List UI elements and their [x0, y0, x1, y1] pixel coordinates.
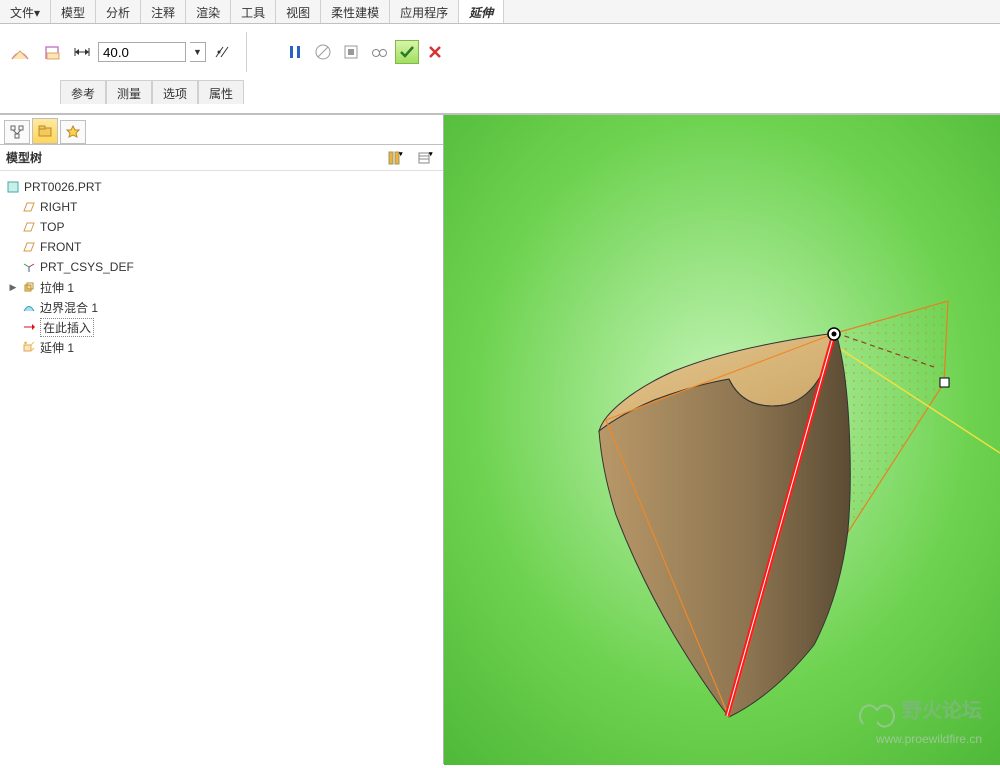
attached-preview-icon[interactable]: [339, 40, 363, 64]
value-dropdown-icon[interactable]: ▼: [190, 42, 206, 62]
extend-mode1-icon[interactable]: [6, 38, 34, 66]
tree-title: 模型树: [6, 149, 42, 166]
ribbon-controls: ▼: [0, 24, 1000, 80]
tree-tab-folder-icon[interactable]: [32, 118, 58, 144]
model-tree-panel: 模型树 ▾ ▾ PRT0026.PRT RIGHT TOP FRONT: [0, 115, 444, 764]
viewport-scene: [444, 115, 1000, 765]
tree-display-icon[interactable]: ▾: [413, 146, 437, 170]
csys-icon: [22, 260, 36, 274]
menu-tools[interactable]: 工具: [231, 0, 276, 23]
boundary-blend-icon: [22, 300, 36, 314]
insert-arrow-icon: [22, 320, 36, 334]
datum-plane-icon: [22, 240, 36, 254]
front-label: FRONT: [40, 240, 81, 254]
tree-root[interactable]: PRT0026.PRT: [4, 177, 439, 197]
extrude-icon: [22, 280, 36, 294]
no-preview-icon[interactable]: [311, 40, 335, 64]
tree-node-extend[interactable]: ✶ 延伸 1: [4, 337, 439, 357]
insert-label: 在此插入: [40, 318, 94, 337]
subtab-properties[interactable]: 属性: [198, 80, 244, 104]
menu-model[interactable]: 模型: [51, 0, 96, 23]
svg-text:▾: ▾: [398, 151, 403, 158]
3d-viewport[interactable]: 野火论坛 www.proewildfire.cn: [444, 115, 1000, 764]
menu-annotate[interactable]: 注释: [141, 0, 186, 23]
extend-mode2-icon[interactable]: [38, 38, 66, 66]
extend-feature-icon: ✶: [22, 340, 36, 354]
datum-plane-icon: [22, 220, 36, 234]
right-label: RIGHT: [40, 200, 77, 214]
ribbon-subtabs: 参考 测量 选项 属性: [0, 80, 1000, 104]
svg-text:▾: ▾: [428, 151, 433, 158]
menu-file[interactable]: 文件▾: [0, 0, 51, 23]
ok-button[interactable]: [395, 40, 419, 64]
expander-icon[interactable]: ▶: [8, 282, 18, 293]
cancel-button[interactable]: [423, 40, 447, 64]
tree-tab-favorites-icon[interactable]: [60, 120, 86, 144]
subtab-reference[interactable]: 参考: [60, 80, 106, 104]
extend-label: 延伸 1: [40, 339, 74, 356]
menu-render[interactable]: 渲染: [186, 0, 231, 23]
main-menu-bar: 文件▾ 模型 分析 注释 渲染 工具 视图 柔性建模 应用程序 延伸: [0, 0, 1000, 24]
main-area: 模型树 ▾ ▾ PRT0026.PRT RIGHT TOP FRONT: [0, 114, 1000, 764]
csys-label: PRT_CSYS_DEF: [40, 260, 134, 274]
subtab-options[interactable]: 选项: [152, 80, 198, 104]
menu-extend-active[interactable]: 延伸: [459, 0, 504, 23]
svg-text:✶: ✶: [23, 341, 28, 347]
flip-direction-icon[interactable]: [210, 40, 234, 64]
part-icon: [6, 180, 20, 194]
tree-settings-icon[interactable]: ▾: [383, 146, 407, 170]
top-label: TOP: [40, 220, 64, 234]
tree-node-insert[interactable]: 在此插入: [4, 317, 439, 337]
extend-value-input[interactable]: [98, 42, 186, 62]
tree-header: 模型树 ▾ ▾: [0, 145, 443, 171]
tree-body: PRT0026.PRT RIGHT TOP FRONT PRT_CSYS_DEF…: [0, 171, 443, 363]
tree-node-right[interactable]: RIGHT: [4, 197, 439, 217]
tree-node-csys[interactable]: PRT_CSYS_DEF: [4, 257, 439, 277]
root-label: PRT0026.PRT: [24, 180, 102, 194]
ribbon-separator: [246, 32, 247, 72]
glasses-preview-icon[interactable]: [367, 40, 391, 64]
menu-view[interactable]: 视图: [276, 0, 321, 23]
tree-node-front[interactable]: FRONT: [4, 237, 439, 257]
menu-apps[interactable]: 应用程序: [390, 0, 459, 23]
menu-analysis[interactable]: 分析: [96, 0, 141, 23]
tree-tab-flowchart-icon[interactable]: [4, 120, 30, 144]
tree-node-blend[interactable]: 边界混合 1: [4, 297, 439, 317]
tree-node-top[interactable]: TOP: [4, 217, 439, 237]
subtab-measure[interactable]: 测量: [106, 80, 152, 104]
tree-tab-bar: [0, 115, 443, 145]
pause-icon[interactable]: [283, 40, 307, 64]
ribbon: ▼ 参考 测量 选项 属性: [0, 24, 1000, 114]
datum-plane-icon: [22, 200, 36, 214]
blend-label: 边界混合 1: [40, 299, 98, 316]
menu-flex[interactable]: 柔性建模: [321, 0, 390, 23]
extrude-label: 拉伸 1: [40, 279, 74, 296]
dimension-icon[interactable]: [70, 40, 94, 64]
tree-node-extrude[interactable]: ▶ 拉伸 1: [4, 277, 439, 297]
